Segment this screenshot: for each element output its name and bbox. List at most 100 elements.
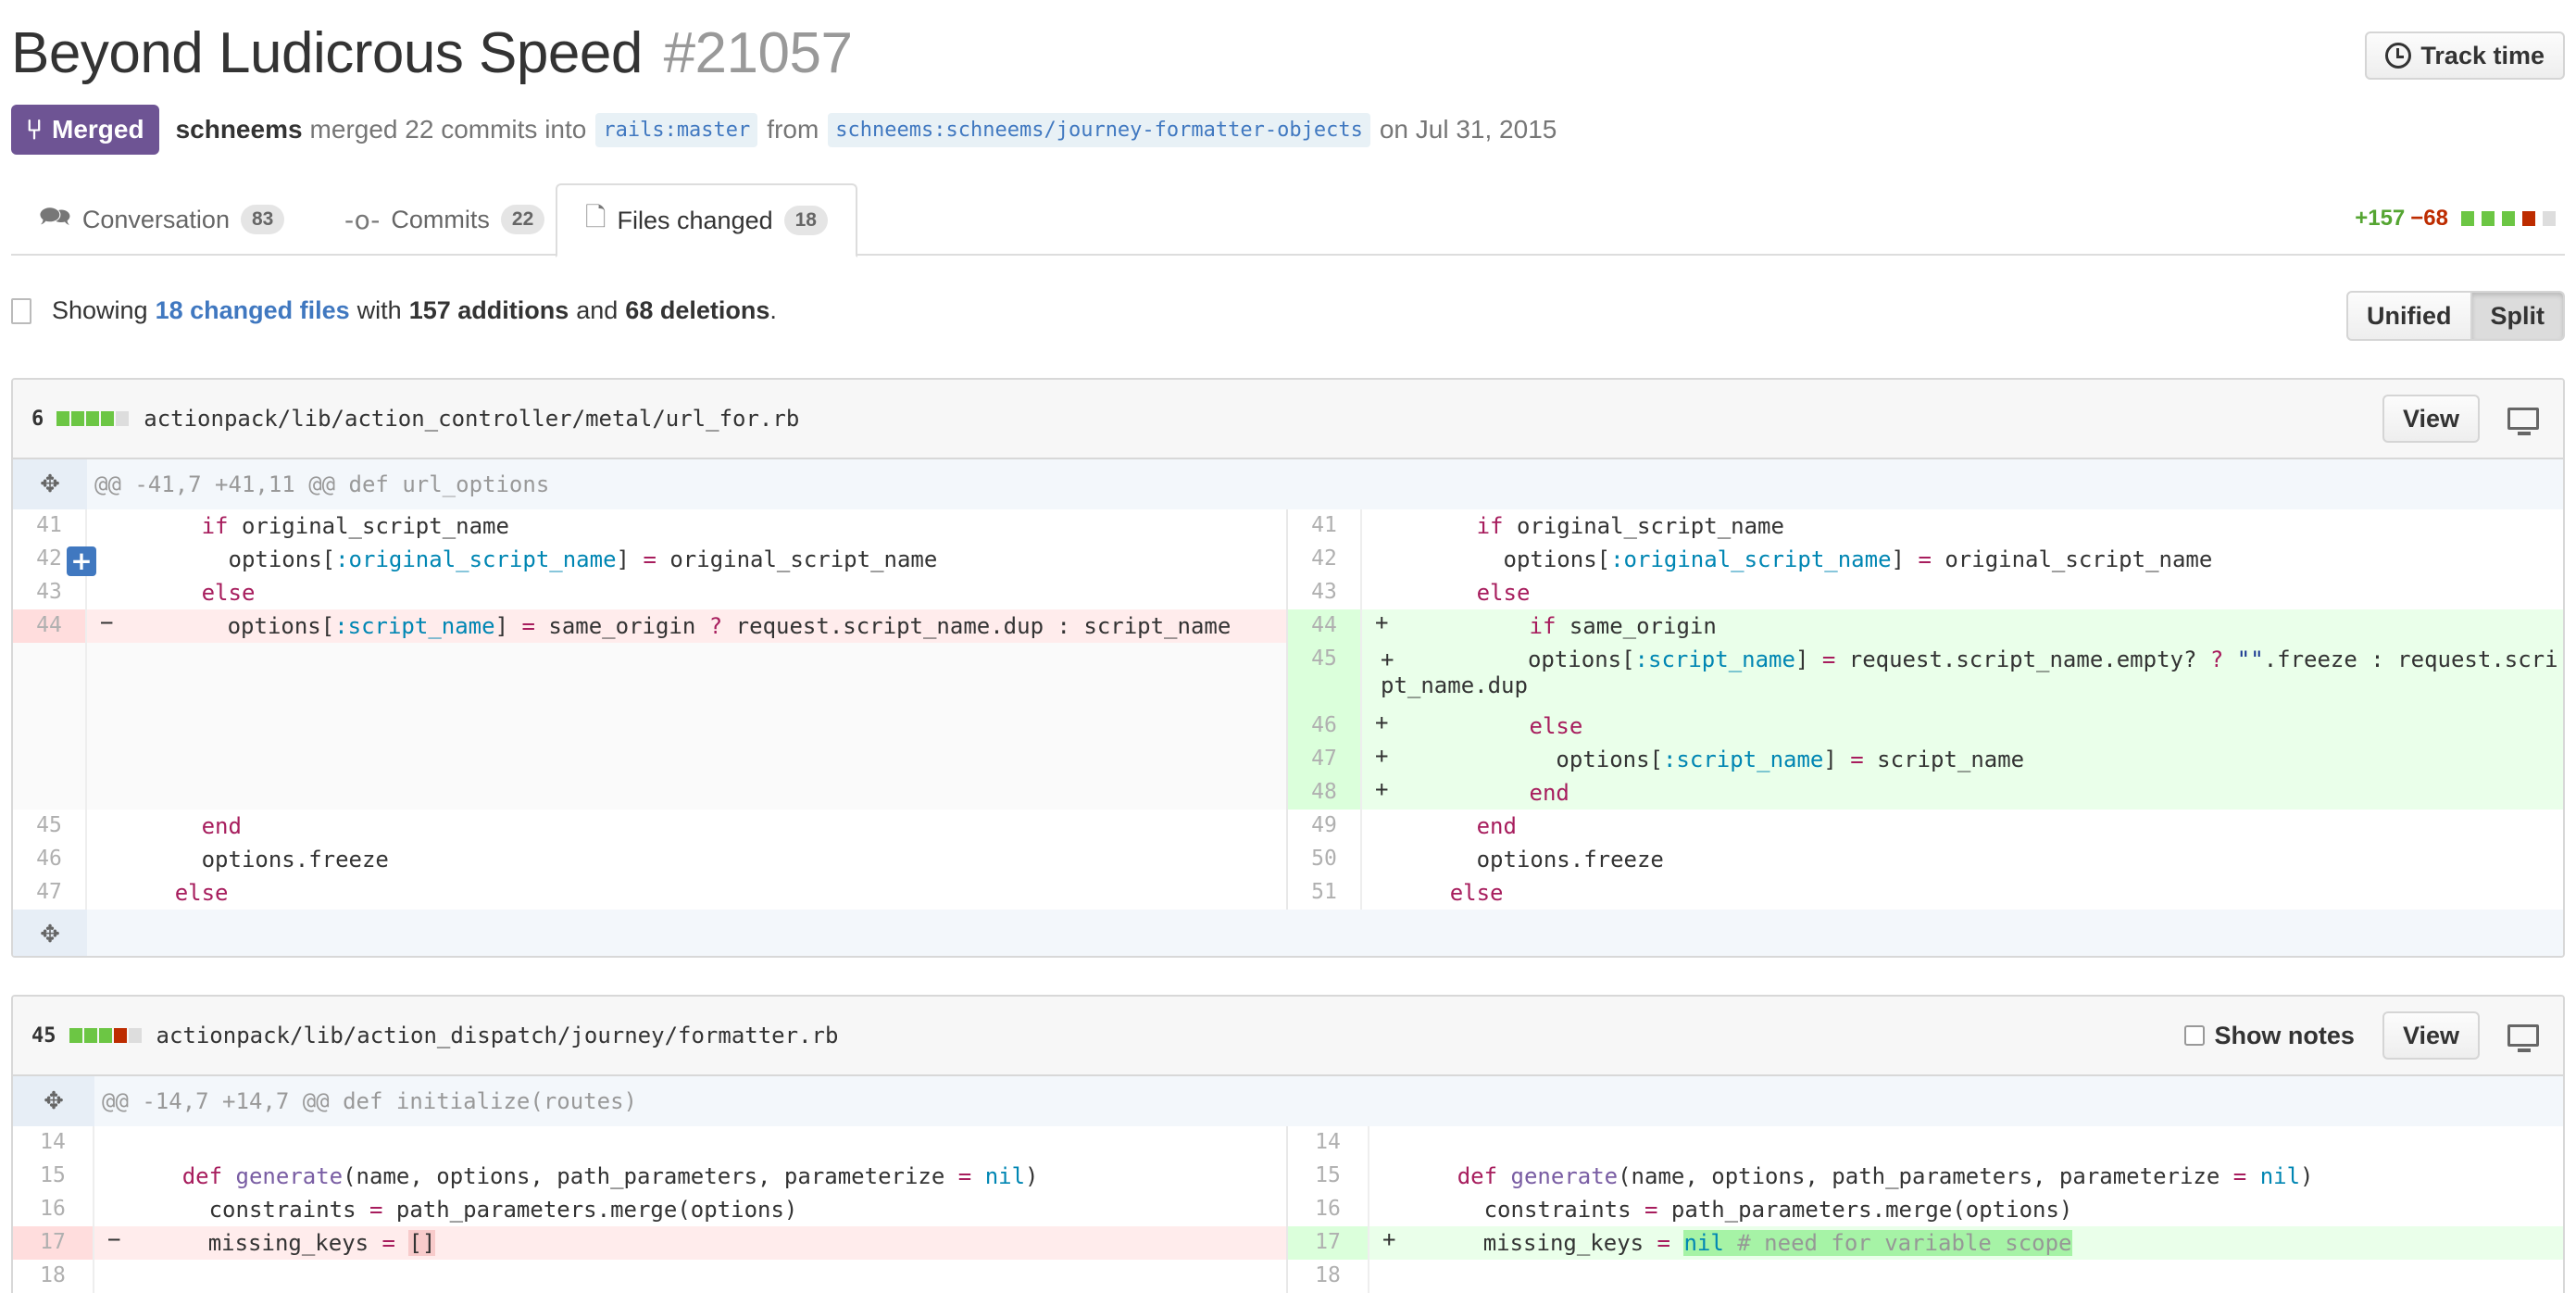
hunk-header: ✥ @@ -14,7 +14,7 @@ def initialize(route… [13,1076,2563,1126]
tab-label: Commits [391,205,490,233]
diff-row: 45 end 49 end [13,810,2563,843]
head-branch[interactable]: schneems:schneems/journey-formatter-obje… [828,112,1370,147]
expand-icon[interactable]: ✥ [13,910,87,956]
view-file-button[interactable]: View [2382,395,2480,443]
file-diff: 45 actionpack/lib/action_dispatch/journe… [11,995,2565,1293]
merge-date: on Jul 31, 2015 [1379,115,1557,144]
tab-files-changed[interactable]: 🗋 Files changed 18 [556,183,857,257]
hunk-header: ✥ @@ -41,7 +41,11 @@ def url_options [13,459,2563,509]
summary-end: . [769,296,777,324]
desktop-icon[interactable] [2507,408,2539,435]
tab-counter: 83 [240,205,285,234]
summary-showing: Showing [52,296,148,324]
track-time-label: Track time [2420,41,2545,69]
file-change-count: 6 [31,407,44,431]
hunk-label: @@ -41,7 +41,11 @@ def url_options [94,471,550,497]
diffstat-block [101,411,115,426]
file-diff: 6 actionpack/lib/action_controller/metal… [11,378,2565,958]
file-change-count: 45 [31,1023,56,1048]
diffstat-block [83,1028,97,1043]
summary-and: and [576,296,619,324]
file-path[interactable]: actionpack/lib/action_controller/metal/u… [144,406,799,432]
file-actions: View [2382,395,2545,443]
diffstat-deletions: −68 [2410,206,2448,231]
file-diff-icon [11,297,31,324]
diff-row: 41 if original_script_name 41 if origina… [13,509,2563,543]
show-notes-toggle[interactable]: Show notes [2184,1022,2355,1050]
diff-icon: 🗋 [585,202,606,232]
split-diff: ✥ @@ -41,7 +41,11 @@ def url_options 41 … [13,459,2563,956]
diffstat-block [128,1028,142,1043]
expand-icon[interactable]: ✥ [13,1076,94,1126]
pr-title-text: Beyond Ludicrous Speed [11,21,643,85]
diff-row: 16 constraints = path_parameters.merge(o… [13,1193,2563,1226]
file-diffstat [56,411,131,426]
diff-row: 14 14 [13,1126,2563,1160]
tab-commits[interactable]: -o- Commits 22 [317,183,572,256]
diff-row: 17− missing_keys = [] 17 + missing_keys =… [13,1226,2563,1260]
changed-files-link[interactable]: 18 changed files [156,296,350,325]
summary-additions: 157 additions [408,296,569,324]
base-branch[interactable]: rails:master [595,112,758,147]
diffstat-block [69,1028,82,1043]
tab-label: Files changed [617,206,773,234]
desktop-icon[interactable] [2507,1024,2539,1052]
diffstat-block [113,1028,127,1043]
tab-conversation[interactable]: 🗪 Conversation 83 [11,183,312,256]
diffstat-block [86,411,100,426]
changes-summary: Showing 18 changed files with 157 additi… [11,296,777,325]
diffstat-block [2522,211,2535,226]
merged-badge-label: Merged [52,115,144,144]
git-commit-icon: -o- [344,204,381,235]
from-text: from [767,115,819,144]
diff-row: 45 + options[:script_name] = request.scri… [13,643,2563,709]
show-notes-checkbox[interactable] [2184,1025,2206,1046]
tab-label: Conversation [81,205,230,233]
tab-counter: 22 [500,205,545,234]
pr-diffstat: +157 −68 [2355,206,2557,232]
diffstat-block [2461,211,2474,226]
diffstat-additions: +157 [2355,206,2406,231]
merged-badge: ⑂ Merged [11,105,159,155]
diff-row: 47 else 51 else [13,876,2563,910]
diffstat-block [2543,211,2556,226]
file-diffstat [69,1028,144,1043]
diff-row: 42 options[:original_script_name] = orig… [13,543,2563,576]
summary-deletions: 68 deletions [625,296,770,324]
diffstat-block [2502,211,2515,226]
diff-row: 44− options[:script_name] = same_origin … [13,609,2563,643]
show-notes-label: Show notes [2214,1021,2355,1049]
diffstat-block [116,411,130,426]
summary-with: with [356,296,402,324]
file-actions: Show notes View [2184,1011,2545,1060]
expand-icon[interactable]: ✥ [13,459,87,509]
diff-row: 43 else 43 else [13,576,2563,609]
pr-number: #21057 [663,21,853,85]
pr-title: Beyond Ludicrous Speed #21057 [11,20,853,86]
diffstat-block [56,411,70,426]
git-merge-icon: ⑂ [26,113,43,146]
tab-counter: 18 [783,206,828,235]
diff-row: 18 18 [13,1260,2563,1293]
merge-action-text: merged 22 commits into [309,115,587,144]
author-link[interactable]: schneems [176,115,303,144]
diff-view-toggle: Unified Split [2346,291,2565,341]
file-header: 45 actionpack/lib/action_dispatch/journe… [13,997,2563,1076]
view-file-button[interactable]: View [2382,1011,2480,1060]
diff-row: 47 + options[:script_name] = script_name [13,743,2563,776]
file-header: 6 actionpack/lib/action_controller/metal… [13,380,2563,459]
split-diff: ✥ @@ -14,7 +14,7 @@ def initialize(route… [13,1076,2563,1293]
diff-row: 15 def generate(name, options, path_para… [13,1160,2563,1193]
comment-discussion-icon: 🗪 [39,201,71,232]
track-time-button[interactable]: Track time [2365,31,2565,80]
diff-row: 46 + else [13,709,2563,743]
diffstat-block [71,411,85,426]
add-comment-button[interactable]: + [67,546,96,576]
diff-row: 48 + end [13,776,2563,810]
diffstat-block [98,1028,112,1043]
diff-row: 46 options.freeze 50 options.freeze [13,843,2563,876]
split-button[interactable]: Split [2471,291,2565,341]
pr-tabs: 🗪 Conversation 83 -o- Commits 22 🗋 Files… [11,183,2565,257]
unified-button[interactable]: Unified [2346,291,2472,341]
file-path[interactable]: actionpack/lib/action_dispatch/journey/f… [156,1023,839,1048]
